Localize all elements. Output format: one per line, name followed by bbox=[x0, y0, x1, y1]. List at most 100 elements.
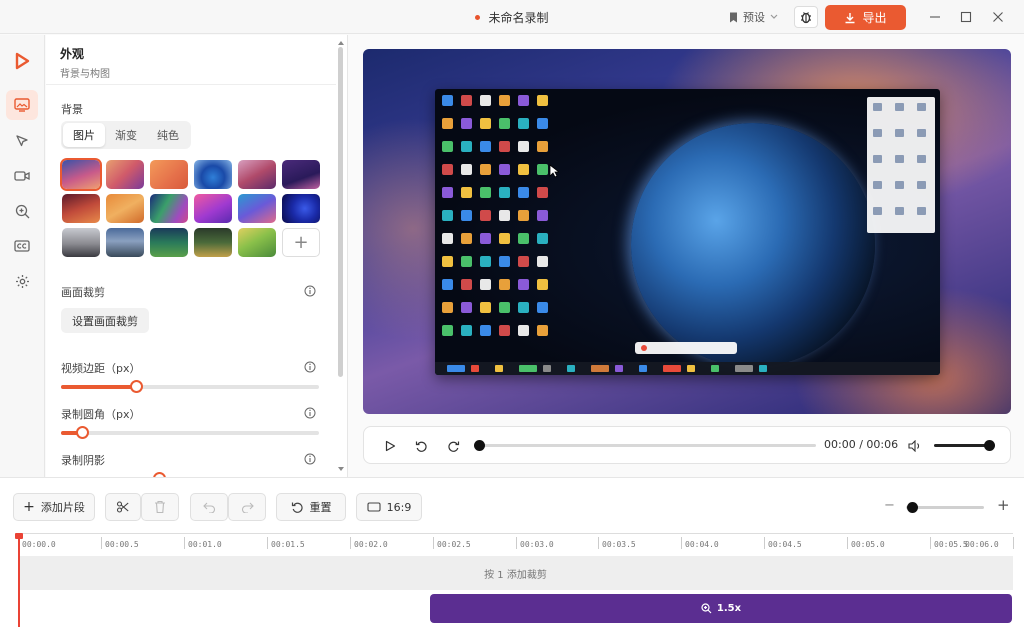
desktop-app-icon bbox=[461, 233, 472, 244]
wallpaper-thumb[interactable] bbox=[106, 194, 144, 223]
wallpaper-thumb[interactable] bbox=[282, 160, 320, 189]
padding-slider[interactable] bbox=[61, 380, 319, 393]
replay-button[interactable] bbox=[445, 438, 461, 454]
info-icon[interactable] bbox=[304, 453, 316, 465]
desktop-app-icon bbox=[442, 256, 453, 267]
playback-knob[interactable] bbox=[474, 440, 485, 451]
add-clip-button[interactable]: + 添加片段 bbox=[13, 493, 95, 521]
playhead-handle[interactable] bbox=[15, 533, 23, 539]
desktop-app-icon bbox=[537, 210, 548, 221]
desktop-file-icon bbox=[873, 181, 882, 189]
maximize-icon bbox=[960, 11, 972, 23]
info-icon[interactable] bbox=[304, 407, 316, 419]
timeline-ruler[interactable]: 00:00.0 00:00.5 00:01.0 00:01.5 00:02.0 00:02… bbox=[18, 533, 1014, 553]
zoom-in-icon bbox=[701, 603, 712, 614]
info-icon[interactable] bbox=[304, 361, 316, 373]
desktop-app-icon bbox=[480, 210, 491, 221]
wallpaper-thumb[interactable] bbox=[150, 194, 188, 223]
delete-button[interactable] bbox=[141, 493, 179, 521]
preset-label: 预设 bbox=[743, 11, 765, 24]
info-icon[interactable] bbox=[304, 285, 316, 297]
desktop-file-icon bbox=[917, 129, 926, 137]
preset-dropdown[interactable]: 预设 bbox=[729, 9, 778, 25]
wallpaper-thumb[interactable] bbox=[282, 194, 320, 223]
reset-button[interactable]: 重置 bbox=[276, 493, 346, 521]
taskbar-item bbox=[615, 365, 623, 372]
timeline-playhead[interactable] bbox=[18, 533, 20, 627]
wallpaper-thumb[interactable] bbox=[62, 228, 100, 257]
timeline-zoom-knob[interactable] bbox=[907, 502, 918, 513]
desktop-app-icon bbox=[442, 210, 453, 221]
radius-slider-knob[interactable] bbox=[75, 426, 89, 439]
wallpaper-thumb[interactable] bbox=[238, 194, 276, 223]
scroll-up-icon[interactable] bbox=[337, 40, 345, 46]
volume-knob[interactable] bbox=[984, 440, 995, 451]
ruler-tick-label: 00:05.0 bbox=[851, 540, 885, 549]
aspect-ratio-button[interactable]: 16:9 bbox=[356, 493, 422, 521]
desktop-app-icon bbox=[442, 95, 453, 106]
rail-captions[interactable] bbox=[6, 231, 38, 261]
playback-progress[interactable] bbox=[474, 440, 816, 451]
wallpaper-thumb[interactable] bbox=[238, 228, 276, 257]
close-button[interactable] bbox=[990, 9, 1006, 25]
scroll-down-icon[interactable] bbox=[337, 466, 345, 472]
volume-slider[interactable] bbox=[934, 440, 995, 451]
export-button[interactable]: 导出 bbox=[825, 5, 906, 30]
radius-slider[interactable] bbox=[61, 426, 319, 439]
rail-zoom[interactable] bbox=[6, 196, 38, 226]
desktop-app-icon bbox=[480, 279, 491, 290]
tab-gradient[interactable]: 渐变 bbox=[105, 123, 147, 147]
desktop-app-icon bbox=[442, 279, 453, 290]
play-button[interactable] bbox=[382, 438, 398, 454]
desktop-file-icon bbox=[917, 103, 926, 111]
timeline-zoom-slider[interactable] bbox=[906, 502, 984, 513]
desktop-app-icon bbox=[537, 164, 548, 175]
timeline-zoom-out[interactable]: − bbox=[884, 498, 895, 513]
wallpaper-thumb[interactable] bbox=[238, 160, 276, 189]
desktop-app-icon bbox=[480, 95, 491, 106]
zoom-clip[interactable]: 1.5x bbox=[430, 594, 1012, 623]
desktop-file-icon bbox=[873, 155, 882, 163]
wallpaper-thumb[interactable] bbox=[62, 194, 100, 223]
timeline: 00:00.0 00:00.5 00:01.0 00:01.5 00:02.0 00:02… bbox=[0, 533, 1024, 640]
maximize-button[interactable] bbox=[958, 9, 974, 25]
wallpaper-thumb[interactable] bbox=[106, 160, 144, 189]
add-wallpaper-button[interactable]: + bbox=[282, 228, 320, 257]
padding-slider-knob[interactable] bbox=[129, 380, 143, 393]
rail-appearance[interactable] bbox=[6, 90, 38, 120]
desktop-app-icon bbox=[442, 141, 453, 152]
redo-button[interactable] bbox=[228, 493, 266, 521]
preview-canvas[interactable] bbox=[363, 49, 1011, 414]
wallpaper-thumb[interactable] bbox=[150, 160, 188, 189]
wallpaper-thumb[interactable] bbox=[194, 160, 232, 189]
wallpaper-thumb[interactable] bbox=[62, 160, 100, 189]
wallpaper-thumb[interactable] bbox=[194, 228, 232, 257]
rail-settings[interactable] bbox=[6, 266, 38, 296]
zoom-clip-label: 1.5x bbox=[716, 603, 742, 614]
wallpaper-thumb[interactable] bbox=[106, 228, 144, 257]
timeline-zoom-in[interactable]: + bbox=[997, 496, 1010, 514]
desktop-app-icon bbox=[461, 95, 472, 106]
rail-camera[interactable] bbox=[6, 161, 38, 191]
set-crop-button[interactable]: 设置画面裁剪 bbox=[61, 308, 149, 333]
volume-button[interactable] bbox=[907, 438, 923, 454]
undo-button[interactable] bbox=[190, 493, 228, 521]
desktop-app-icon bbox=[537, 302, 548, 313]
minimize-button[interactable] bbox=[927, 9, 943, 25]
tab-solid[interactable]: 纯色 bbox=[147, 123, 189, 147]
panel-scrollbar[interactable] bbox=[338, 47, 343, 377]
bookmark-icon bbox=[730, 12, 737, 22]
wallpaper-thumb[interactable] bbox=[150, 228, 188, 257]
taskbar-item bbox=[735, 365, 753, 372]
clip-track[interactable]: 按 1 添加裁剪 bbox=[18, 556, 1013, 590]
wallpaper-thumb[interactable] bbox=[194, 194, 232, 223]
bug-report-button[interactable] bbox=[794, 6, 818, 28]
split-button[interactable] bbox=[105, 493, 141, 521]
undo-icon bbox=[202, 502, 215, 513]
rail-cursor[interactable] bbox=[6, 126, 38, 156]
tab-image[interactable]: 图片 bbox=[63, 123, 105, 147]
desktop-app-icon bbox=[537, 95, 548, 106]
desktop-app-icon bbox=[480, 233, 491, 244]
desktop-file-icon bbox=[917, 155, 926, 163]
rewind-button[interactable] bbox=[413, 438, 429, 454]
